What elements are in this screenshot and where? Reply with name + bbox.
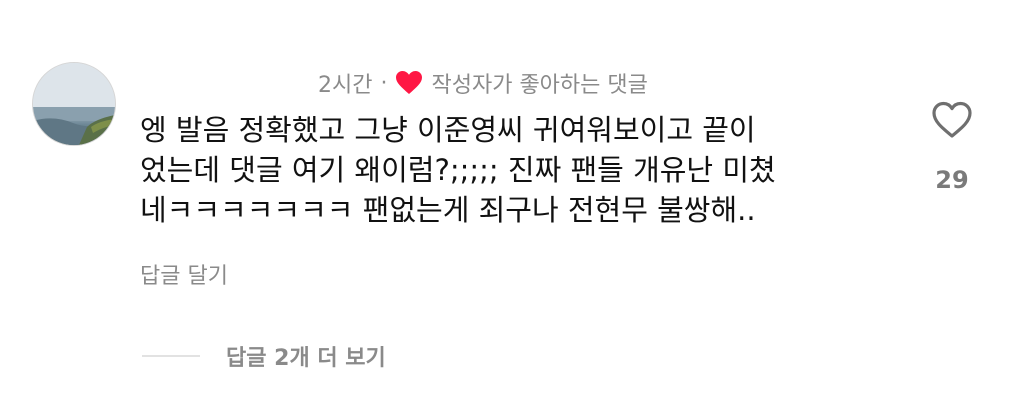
comment-line: 었는데 댓글 여기 왜이럼?;;;;; 진짜 팬들 개유난 미쳤 <box>140 153 776 187</box>
view-more-replies-button[interactable]: 답글 2개 더 보기 <box>142 338 386 374</box>
comment-line: 엥 발음 정확했고 그냥 이준영씨 귀여워보이고 끝이 <box>140 113 756 147</box>
separator-dot: · <box>380 70 388 96</box>
heart-filled-icon <box>395 70 423 96</box>
heart-outline-icon[interactable] <box>930 100 974 140</box>
creator-liked-label: 작성자가 좋아하는 댓글 <box>431 73 648 98</box>
timestamp: 2시간 <box>318 73 373 98</box>
like-area: 29 <box>922 100 982 194</box>
comment-text: 엥 발음 정확했고 그냥 이준영씨 귀여워보이고 끝이 었는데 댓글 여기 왜이… <box>140 110 900 230</box>
avatar[interactable] <box>32 62 116 146</box>
view-more-replies-label: 답글 2개 더 보기 <box>226 346 386 371</box>
comment-line: 네ㅋㅋㅋㅋㅋㅋㅋ 팬없는게 죄구나 전현무 불쌍해.. <box>140 193 756 227</box>
divider-line <box>142 355 200 357</box>
comment-meta: 2시간 · 작성자가 좋아하는 댓글 <box>318 66 648 100</box>
reply-button[interactable]: 답글 달기 <box>140 258 228 290</box>
like-count: 29 <box>935 166 969 194</box>
